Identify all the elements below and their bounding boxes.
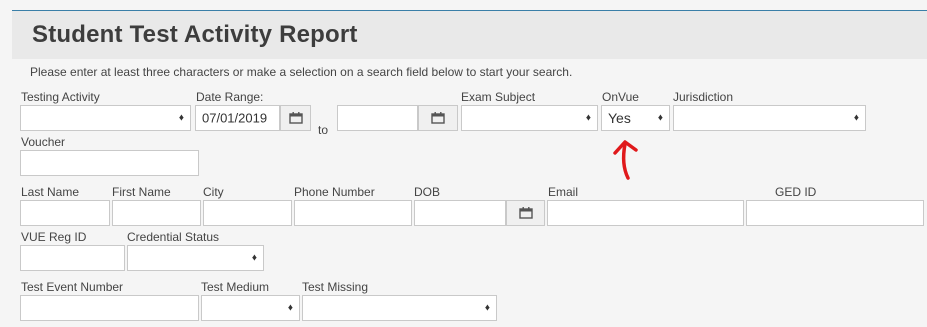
calendar-icon <box>518 207 533 219</box>
jurisdiction-select[interactable] <box>673 105 866 131</box>
testing-activity-select[interactable] <box>20 105 191 131</box>
credential-status-select[interactable] <box>127 245 264 271</box>
email-input[interactable] <box>547 200 744 226</box>
first-name-input[interactable] <box>112 200 201 226</box>
last-name-input[interactable] <box>20 200 110 226</box>
onvue-value: Yes <box>608 110 631 126</box>
instructions-text: Please enter at least three characters o… <box>30 65 573 79</box>
page-title: Student Test Activity Report <box>32 21 358 48</box>
testing-activity-label: Testing Activity <box>21 90 100 104</box>
dob-calendar-button[interactable] <box>506 200 545 226</box>
vue-reg-id-label: VUE Reg ID <box>21 230 87 244</box>
dob-label: DOB <box>414 185 441 199</box>
vue-reg-id-input[interactable] <box>20 245 125 271</box>
date-from-input[interactable]: 07/01/2019 <box>195 105 280 131</box>
ged-id-input[interactable] <box>746 200 924 226</box>
red-arrow-annotation <box>613 140 638 180</box>
dob-input[interactable] <box>414 200 506 226</box>
calendar-icon <box>431 112 445 124</box>
date-to-calendar-button[interactable] <box>418 105 458 131</box>
exam-subject-label: Exam Subject <box>461 90 536 104</box>
exam-subject-select[interactable] <box>461 105 598 131</box>
voucher-label: Voucher <box>21 135 66 149</box>
test-event-number-input[interactable] <box>20 295 199 321</box>
first-name-label: First Name <box>112 185 171 199</box>
voucher-input[interactable] <box>20 150 199 176</box>
test-medium-select[interactable] <box>201 295 300 321</box>
last-name-label: Last Name <box>21 185 80 199</box>
phone-number-input[interactable] <box>294 200 412 226</box>
test-missing-select[interactable] <box>302 295 497 321</box>
phone-number-label: Phone Number <box>294 185 375 199</box>
date-range-label: Date Range: <box>196 90 264 104</box>
test-missing-label: Test Missing <box>302 280 369 294</box>
date-from-calendar-button[interactable] <box>280 105 311 131</box>
email-label: Email <box>548 185 579 199</box>
test-event-number-label: Test Event Number <box>21 280 124 294</box>
date-range-to-label: to <box>318 123 329 137</box>
ged-id-label: GED ID <box>775 185 817 199</box>
city-input[interactable] <box>203 200 292 226</box>
city-label: City <box>203 185 224 199</box>
onvue-label: OnVue <box>602 90 639 104</box>
date-to-input[interactable] <box>337 105 418 131</box>
credential-status-label: Credential Status <box>127 230 220 244</box>
date-from-value: 07/01/2019 <box>202 110 268 126</box>
test-medium-label: Test Medium <box>201 280 270 294</box>
onvue-select[interactable]: Yes <box>601 105 670 131</box>
calendar-icon <box>288 112 303 124</box>
jurisdiction-label: Jurisdiction <box>673 90 734 104</box>
